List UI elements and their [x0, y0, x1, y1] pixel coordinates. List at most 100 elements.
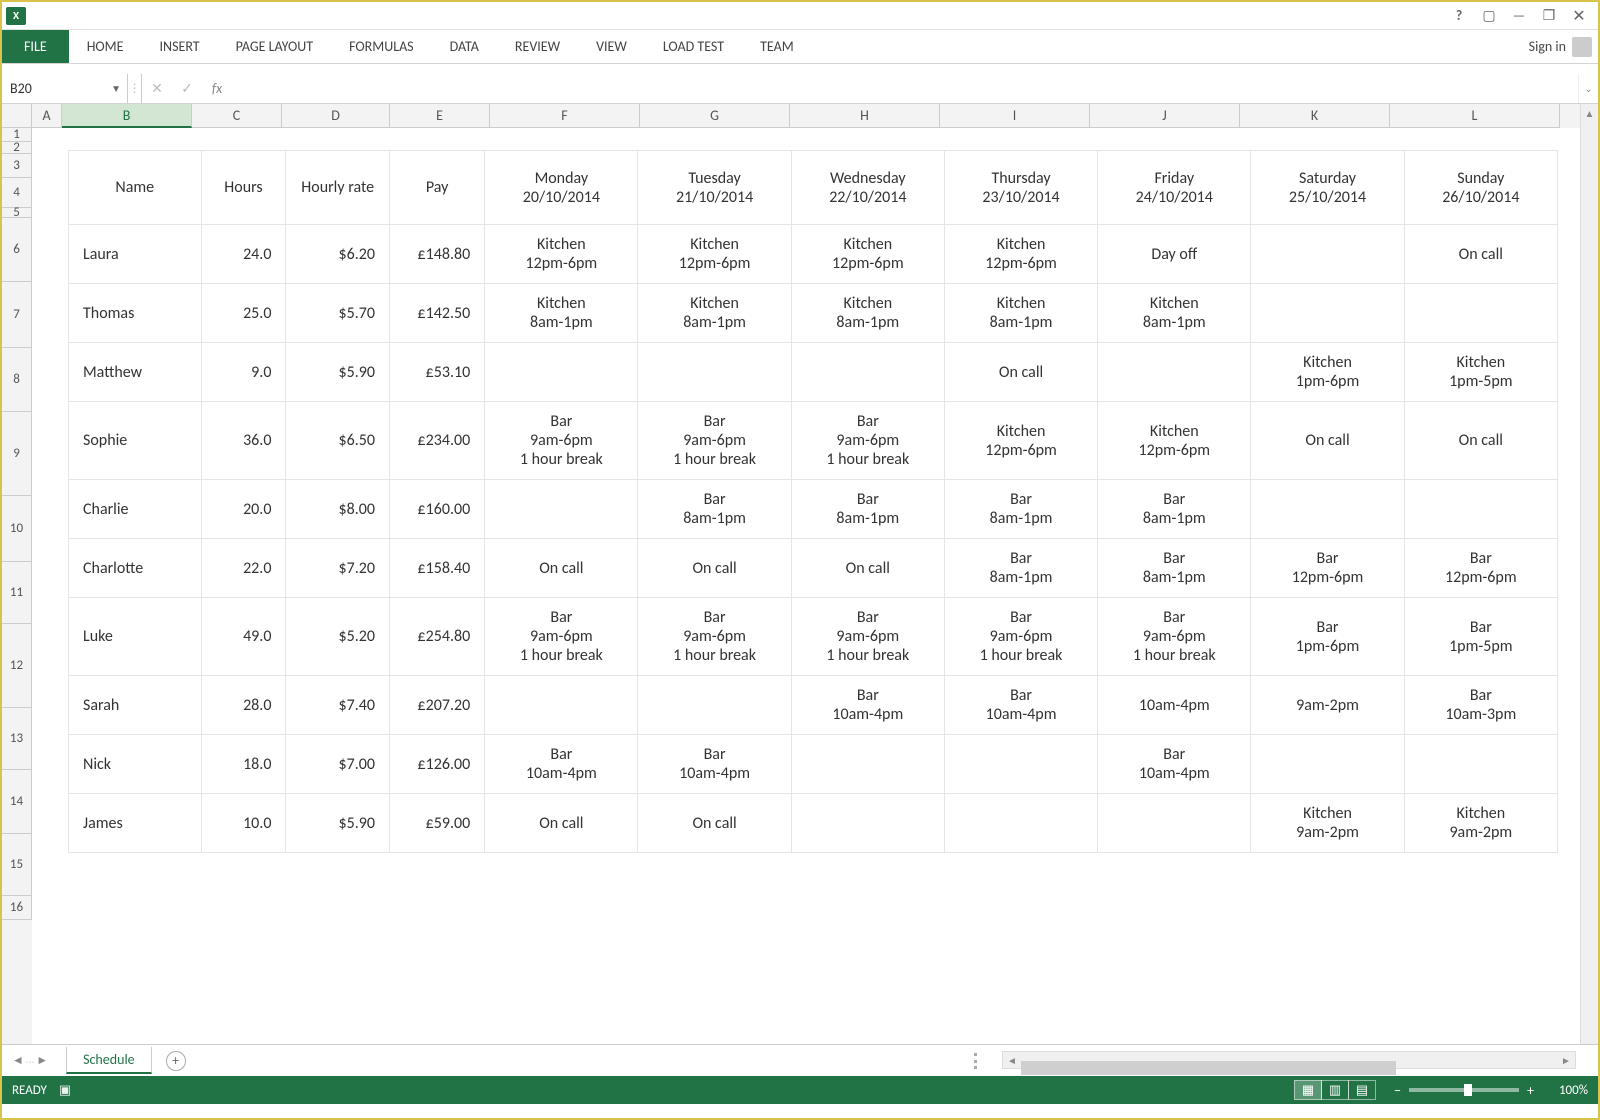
formula-input[interactable]	[232, 74, 1578, 103]
sheet-tab-schedule[interactable]: Schedule	[66, 1047, 152, 1074]
cell-shift[interactable]: Day off	[1098, 225, 1251, 284]
ribbon-tab-formulas[interactable]: FORMULAS	[331, 30, 432, 63]
sheet-nav-next-icon[interactable]: ►	[36, 1053, 48, 1068]
cell-shift[interactable]	[1404, 284, 1557, 343]
cell-shift[interactable]: Bar12pm-6pm	[1404, 539, 1557, 598]
cell-shift[interactable]: On call	[485, 539, 638, 598]
row-header-15[interactable]: 15	[2, 834, 32, 896]
zoom-out-button[interactable]: −	[1394, 1082, 1401, 1099]
cell-name[interactable]: Sophie	[69, 402, 202, 480]
column-header-I[interactable]: I	[940, 104, 1090, 128]
zoom-slider-knob[interactable]	[1464, 1084, 1472, 1096]
zoom-in-button[interactable]: +	[1527, 1082, 1534, 1099]
cell-name[interactable]: Charlotte	[69, 539, 202, 598]
ribbon-tab-load-test[interactable]: LOAD TEST	[645, 30, 742, 63]
cell-rate[interactable]: $5.70	[286, 284, 390, 343]
cell-shift[interactable]: Kitchen8am-1pm	[485, 284, 638, 343]
column-header-C[interactable]: C	[192, 104, 282, 128]
cell-shift[interactable]: Bar10am-4pm	[638, 735, 791, 794]
row-header-16[interactable]: 16	[2, 896, 32, 920]
cell-shift[interactable]	[944, 735, 1097, 794]
row-header-3[interactable]: 3	[2, 154, 32, 178]
cell-shift[interactable]	[638, 676, 791, 735]
cell-rate[interactable]: $6.20	[286, 225, 390, 284]
column-header-B[interactable]: B	[62, 104, 192, 128]
cell-rate[interactable]: $7.40	[286, 676, 390, 735]
cell-shift[interactable]: Kitchen1pm-5pm	[1404, 343, 1557, 402]
cell-hours[interactable]: 20.0	[201, 480, 286, 539]
cell-shift[interactable]: Bar8am-1pm	[791, 480, 944, 539]
cell-shift[interactable]	[1251, 480, 1404, 539]
cell-rate[interactable]: $8.00	[286, 480, 390, 539]
row-header-14[interactable]: 14	[2, 770, 32, 834]
help-button[interactable]: ?	[1444, 5, 1474, 27]
cell-shift[interactable]: Kitchen1pm-6pm	[1251, 343, 1404, 402]
cell-hours[interactable]: 36.0	[201, 402, 286, 480]
cell-shift[interactable]: Bar8am-1pm	[944, 539, 1097, 598]
cell-name[interactable]: James	[69, 794, 202, 853]
cell-pay[interactable]: £254.80	[389, 598, 484, 676]
cell-shift[interactable]: Bar9am-6pm1 hour break	[485, 402, 638, 480]
ribbon-tab-home[interactable]: HOME	[69, 30, 142, 63]
cell-shift[interactable]: Bar9am-6pm1 hour break	[638, 402, 791, 480]
cell-shift[interactable]	[944, 794, 1097, 853]
zoom-percent[interactable]: 100%	[1542, 1083, 1588, 1098]
cell-shift[interactable]: Bar10am-4pm	[1098, 735, 1251, 794]
cell-shift[interactable]	[791, 343, 944, 402]
sheet-split-handle[interactable]	[974, 1053, 977, 1069]
cell-shift[interactable]: On call	[485, 794, 638, 853]
cell-hours[interactable]: 25.0	[201, 284, 286, 343]
cell-shift[interactable]: Bar10am-4pm	[791, 676, 944, 735]
scroll-left-icon[interactable]: ◄	[1003, 1054, 1021, 1067]
insert-function-button[interactable]: fx	[202, 74, 232, 103]
cell-shift[interactable]: Bar9am-6pm1 hour break	[485, 598, 638, 676]
row-header-10[interactable]: 10	[2, 496, 32, 562]
cell-hours[interactable]: 22.0	[201, 539, 286, 598]
row-header-8[interactable]: 8	[2, 348, 32, 412]
cell-shift[interactable]: Bar10am-4pm	[485, 735, 638, 794]
column-header-L[interactable]: L	[1390, 104, 1560, 128]
cell-shift[interactable]: Bar8am-1pm	[1098, 539, 1251, 598]
column-header-G[interactable]: G	[640, 104, 790, 128]
cell-name[interactable]: Laura	[69, 225, 202, 284]
page-break-view-button[interactable]: ▤	[1348, 1080, 1376, 1100]
page-layout-view-button[interactable]: ▥	[1321, 1080, 1349, 1100]
ribbon-tab-view[interactable]: VIEW	[578, 30, 645, 63]
name-box[interactable]: ▼	[2, 74, 128, 103]
cell-shift[interactable]: On call	[1251, 402, 1404, 480]
cell-shift[interactable]: Bar12pm-6pm	[1251, 539, 1404, 598]
cell-shift[interactable]: Bar9am-6pm1 hour break	[791, 598, 944, 676]
row-header-4[interactable]: 4	[2, 178, 32, 208]
cell-shift[interactable]	[1404, 480, 1557, 539]
row-header-9[interactable]: 9	[2, 412, 32, 496]
cell-shift[interactable]	[791, 794, 944, 853]
cell-rate[interactable]: $7.00	[286, 735, 390, 794]
cell-shift[interactable]: Kitchen8am-1pm	[1098, 284, 1251, 343]
cell-shift[interactable]: Bar10am-4pm	[944, 676, 1097, 735]
cell-shift[interactable]: Bar10am-3pm	[1404, 676, 1557, 735]
new-sheet-button[interactable]: +	[166, 1051, 186, 1071]
row-header-5[interactable]: 5	[2, 208, 32, 218]
cell-pay[interactable]: £234.00	[389, 402, 484, 480]
cell-shift[interactable]: Kitchen12pm-6pm	[485, 225, 638, 284]
normal-view-button[interactable]: ▦	[1294, 1080, 1322, 1100]
ribbon-tab-page-layout[interactable]: PAGE LAYOUT	[218, 30, 331, 63]
close-button[interactable]: ✕	[1564, 5, 1594, 27]
cell-pay[interactable]: £160.00	[389, 480, 484, 539]
name-box-dropdown-icon[interactable]: ▼	[111, 82, 121, 95]
cell-shift[interactable]: Bar9am-6pm1 hour break	[791, 402, 944, 480]
cell-shift[interactable]: Bar8am-1pm	[1098, 480, 1251, 539]
column-header-J[interactable]: J	[1090, 104, 1240, 128]
ribbon-tab-team[interactable]: TEAM	[742, 30, 812, 63]
column-header-E[interactable]: E	[390, 104, 490, 128]
cell-name[interactable]: Charlie	[69, 480, 202, 539]
row-header-13[interactable]: 13	[2, 708, 32, 770]
cell-shift[interactable]: On call	[638, 539, 791, 598]
scroll-up-icon[interactable]: ▲	[1581, 104, 1598, 122]
ribbon-tab-review[interactable]: REVIEW	[497, 30, 578, 63]
cell-name[interactable]: Luke	[69, 598, 202, 676]
ribbon-display-options-button[interactable]: ▢	[1474, 5, 1504, 27]
cell-name[interactable]: Sarah	[69, 676, 202, 735]
cell-shift[interactable]	[1251, 284, 1404, 343]
cell-rate[interactable]: $5.20	[286, 598, 390, 676]
